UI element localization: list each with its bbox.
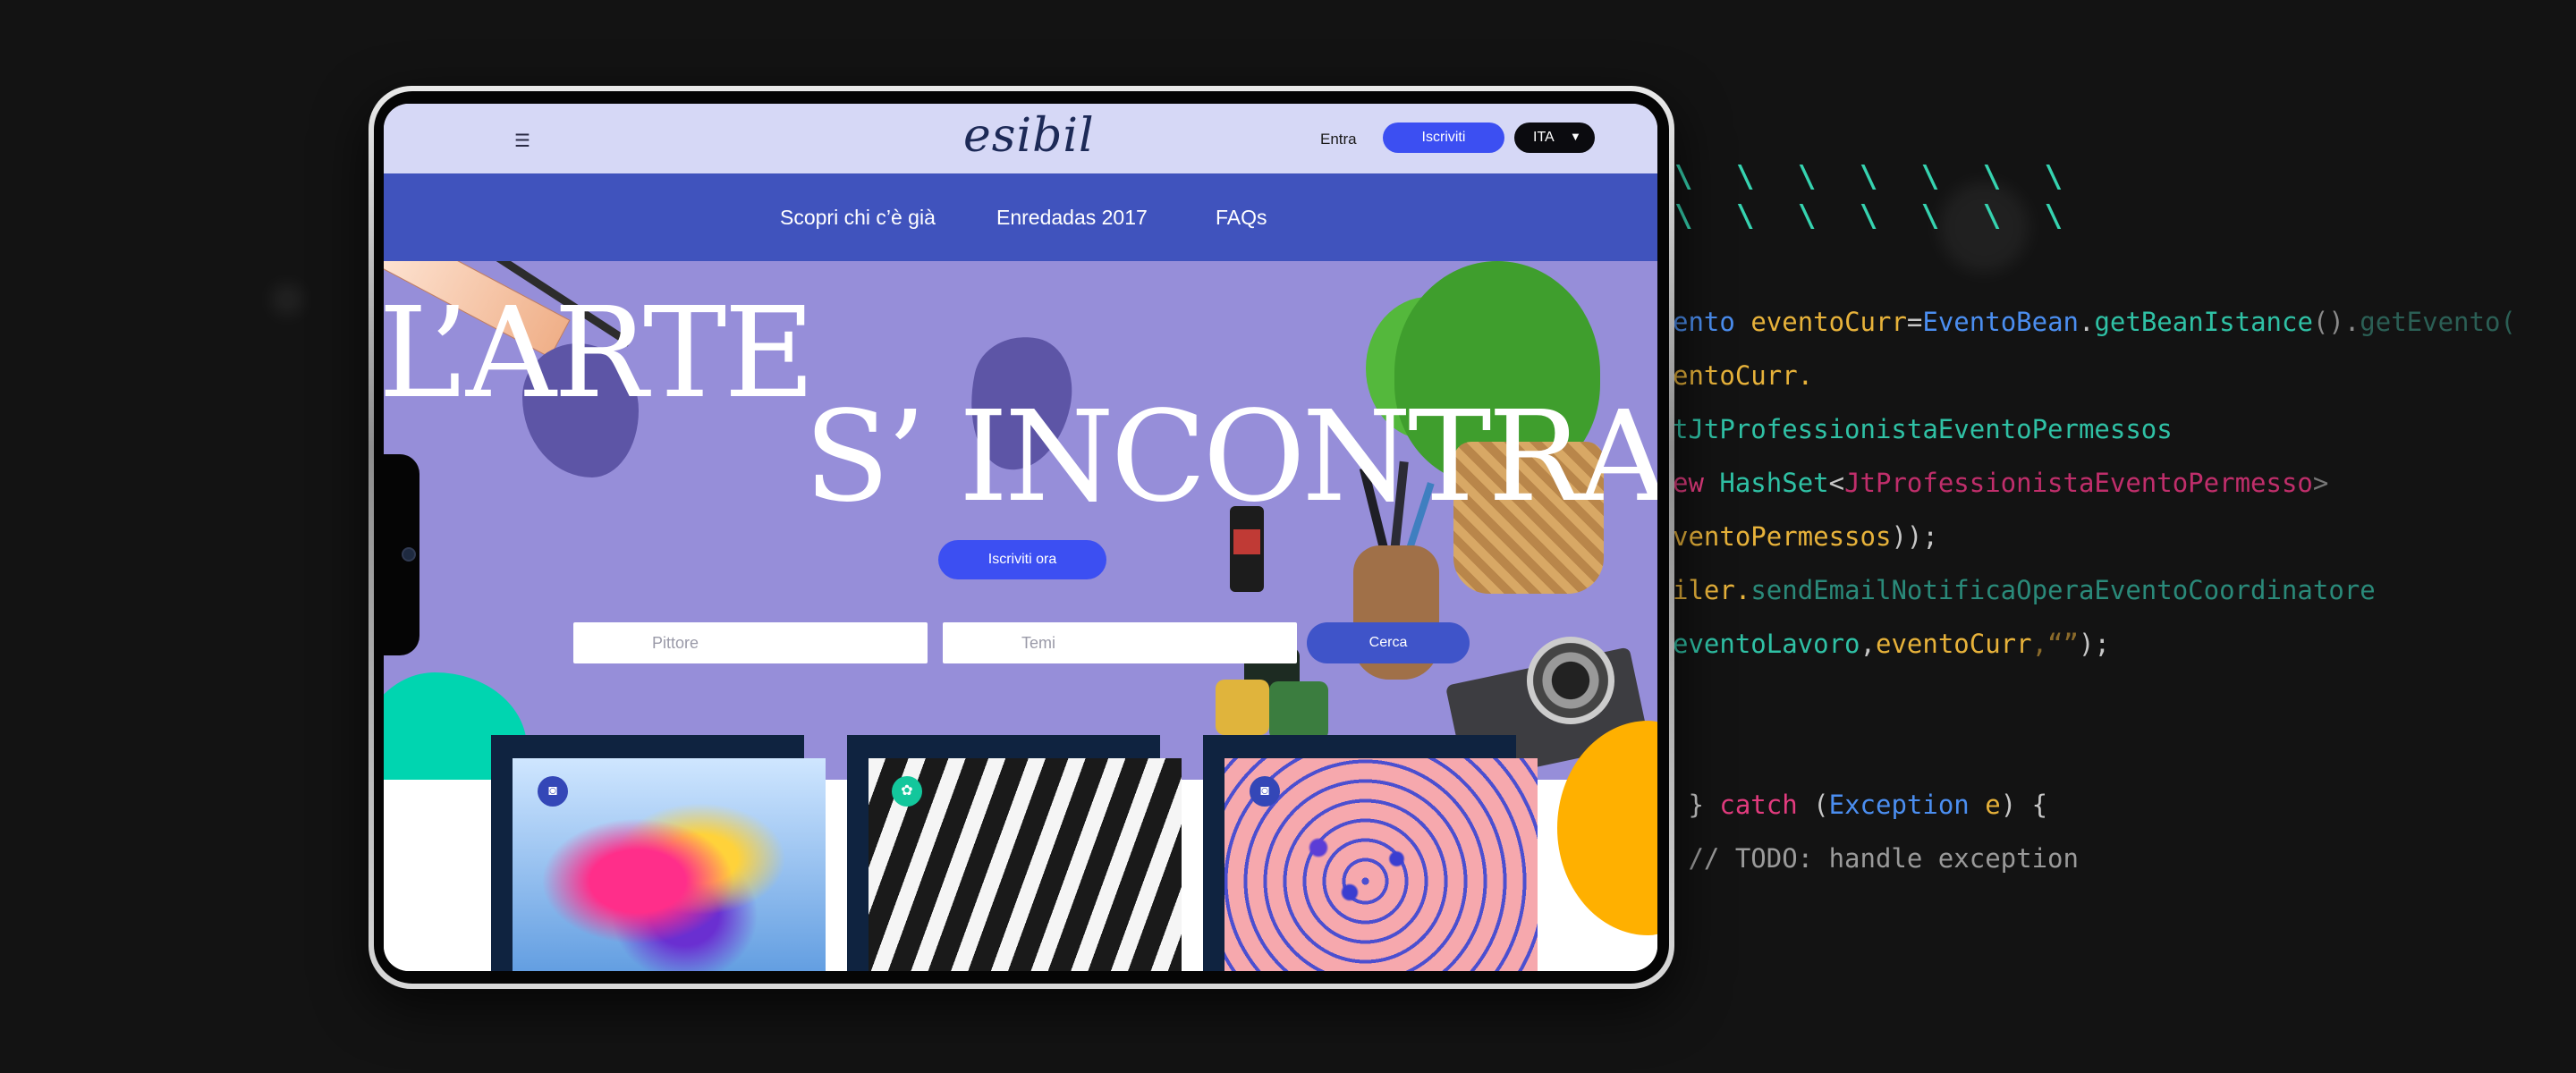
search-button[interactable]: Cerca xyxy=(1307,622,1470,663)
nav-item-enredadas[interactable]: Enredadas 2017 xyxy=(996,206,1148,230)
artist-search-input[interactable] xyxy=(573,622,928,663)
signup-button[interactable]: Iscriviti xyxy=(1383,123,1504,153)
themes-search-input[interactable] xyxy=(943,622,1297,663)
code-token: catch xyxy=(1719,790,1814,820)
nav-item-faqs[interactable]: FAQs xyxy=(1216,206,1267,230)
code-token: // TODO: handle exception xyxy=(1673,843,2079,874)
code-token: > xyxy=(2312,468,2329,498)
artwork-card[interactable]: ✿ xyxy=(847,735,1182,971)
code-token: eventoCurr xyxy=(1750,307,1907,337)
code-line: ento eventoCurr=EventoBean.getBeanIstanc… xyxy=(1673,295,2576,349)
code-token: ( xyxy=(1813,790,1829,820)
code-token: , xyxy=(1860,629,1876,659)
paint-jar-image xyxy=(1216,680,1269,735)
code-token: )); xyxy=(1891,521,1938,552)
code-token: } xyxy=(1673,790,1720,820)
code-token: e xyxy=(1985,790,2001,820)
code-line: iler.sendEmailNotificaOperaEventoCoordin… xyxy=(1673,563,2576,617)
code-token: Exception xyxy=(1828,790,1986,820)
code-token: iler. xyxy=(1673,575,1751,605)
background-glow xyxy=(272,284,302,315)
code-token: EventoBean xyxy=(1922,307,2079,337)
esibil-logo[interactable]: esibil xyxy=(963,109,1095,163)
code-token: (). xyxy=(2312,307,2360,337)
code-token: eventoLavoro xyxy=(1673,629,1860,659)
tablet-screen: ☰ esibil Entra Iscriviti ITA ▼ Scopri ch… xyxy=(384,104,1657,971)
artwork-card[interactable]: ◙ xyxy=(491,735,826,971)
code-token: ); xyxy=(2078,629,2110,659)
camera-icon: ◙ xyxy=(1250,776,1280,807)
nav-item-scopri[interactable]: Scopri chi c’è già xyxy=(780,206,936,230)
caret-down-icon: ▼ xyxy=(1570,130,1581,143)
code-token: ) { xyxy=(2000,790,2048,820)
login-link[interactable]: Entra xyxy=(1320,131,1357,148)
code-token: ,“” xyxy=(2031,629,2079,659)
code-token: tJtProfessionistaEventoPermessos xyxy=(1673,414,2173,444)
hero-title-line-2: S’ INCONTRA xyxy=(804,384,1657,530)
code-token: getBeanIstance xyxy=(2094,307,2313,337)
code-token: HashSet xyxy=(1719,468,1829,498)
code-token: getEvento( xyxy=(2360,307,2516,337)
tablet-device: ☰ esibil Entra Iscriviti ITA ▼ Scopri ch… xyxy=(369,86,1674,989)
code-token: sendEmailNotificaOperaEventoCoordinatore xyxy=(1750,575,2376,605)
front-camera-icon xyxy=(402,547,416,562)
code-token: JtProfessionistaEventoPermesso xyxy=(1844,468,2313,498)
code-line: eventoLavoro,eventoCurr,“”); xyxy=(1673,617,2576,671)
code-line: } catch (Exception e) { xyxy=(1673,778,2576,832)
main-nav: Scopri chi c’è già Enredadas 2017 FAQs xyxy=(384,173,1657,261)
paint-jar-image xyxy=(1269,681,1328,740)
camera-lens-image xyxy=(1527,637,1614,724)
code-line: ventoPermessos)); xyxy=(1673,510,2576,563)
artwork-card[interactable]: ◙ xyxy=(1203,735,1538,971)
language-label: ITA xyxy=(1533,130,1555,145)
code-token: < xyxy=(1828,468,1845,498)
code-line: tJtProfessionistaEventoPermessos xyxy=(1673,402,2576,456)
hamburger-menu-icon[interactable]: ☰ xyxy=(514,130,530,152)
language-selector[interactable]: ITA ▼ xyxy=(1514,123,1595,153)
code-line: entoCurr. xyxy=(1673,349,2576,402)
hero-title-line-1: L’ARTE xyxy=(384,281,816,427)
code-token: = xyxy=(1906,307,1923,337)
tablet-notch xyxy=(384,454,419,655)
code-token: ento xyxy=(1673,307,1751,337)
code-line: // TODO: handle exception xyxy=(1673,832,2576,885)
code-editor-panel: ento eventoCurr=EventoBean.getBeanIstanc… xyxy=(1673,295,2576,885)
palette-icon: ✿ xyxy=(892,776,922,807)
code-token: entoCurr. xyxy=(1673,360,1814,391)
camera-icon: ◙ xyxy=(538,776,568,807)
code-token: ew xyxy=(1673,468,1720,498)
top-bar: ☰ esibil Entra Iscriviti ITA ▼ xyxy=(384,104,1657,173)
code-token: . xyxy=(2079,307,2095,337)
code-token: ventoPermessos xyxy=(1673,521,1892,552)
signup-now-button[interactable]: Iscriviti ora xyxy=(938,540,1106,579)
code-slashes-line-1: \ \ \ \ \ \ \ xyxy=(1674,159,2076,195)
code-line: ew HashSet<JtProfessionistaEventoPermess… xyxy=(1673,456,2576,510)
code-slashes-line-2: \ \ \ \ \ \ \ xyxy=(1674,199,2076,234)
code-token: eventoCurr xyxy=(1875,629,2032,659)
